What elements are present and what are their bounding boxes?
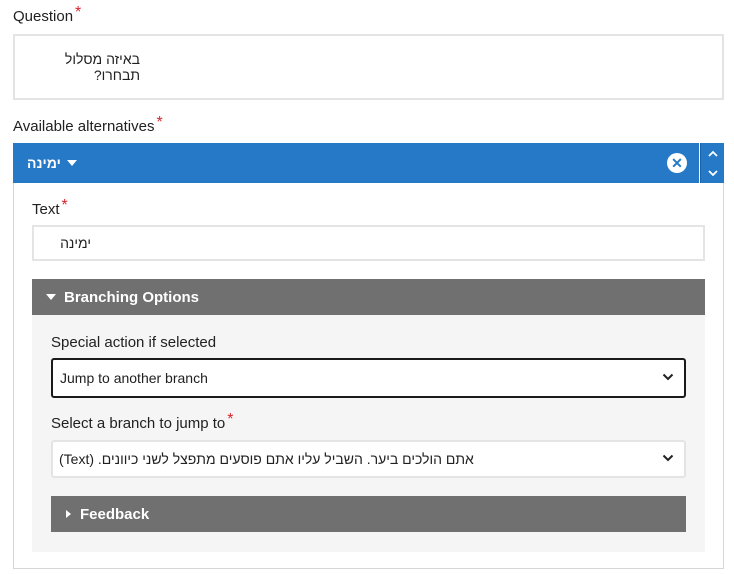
text-input[interactable]: ימינה (32, 225, 705, 261)
jump-branch-select[interactable]: אתם הולכים ביער. השביל עליו אתם פוסעים מ… (51, 440, 686, 478)
required-mark: * (75, 4, 82, 21)
feedback-header[interactable]: Feedback (51, 496, 686, 532)
question-input-value: באיזה מסלול תבחרו? (64, 51, 140, 83)
caret-down-icon (46, 294, 56, 300)
caret-right-icon (66, 510, 71, 518)
jump-branch-label: Select a branch to jump to * (51, 411, 234, 432)
reorder-controls (700, 143, 724, 183)
alternative-title[interactable]: ימינה (27, 155, 77, 171)
close-circle-icon[interactable]: ✕ (667, 153, 687, 173)
special-action-select[interactable]: Jump to another branch (51, 358, 686, 398)
alternative-header[interactable]: ימינה ✕ (13, 143, 699, 183)
text-input-value: ימינה (60, 235, 91, 251)
question-label: Question * (13, 4, 82, 25)
required-mark: * (61, 197, 68, 214)
chevron-down-icon (662, 373, 674, 381)
required-mark: * (227, 411, 234, 428)
question-input[interactable]: באיזה מסלול תבחרו? (13, 34, 724, 100)
chevron-up-icon[interactable] (701, 143, 725, 163)
caret-down-icon (66, 160, 77, 166)
required-mark: * (156, 114, 163, 131)
alternatives-label: Available alternatives * (13, 114, 163, 135)
chevron-down-icon (662, 454, 674, 462)
chevron-down-icon[interactable] (701, 163, 725, 183)
special-action-label: Special action if selected (51, 334, 217, 351)
branching-options-header[interactable]: Branching Options (32, 279, 705, 315)
text-label: Text * (32, 197, 68, 218)
